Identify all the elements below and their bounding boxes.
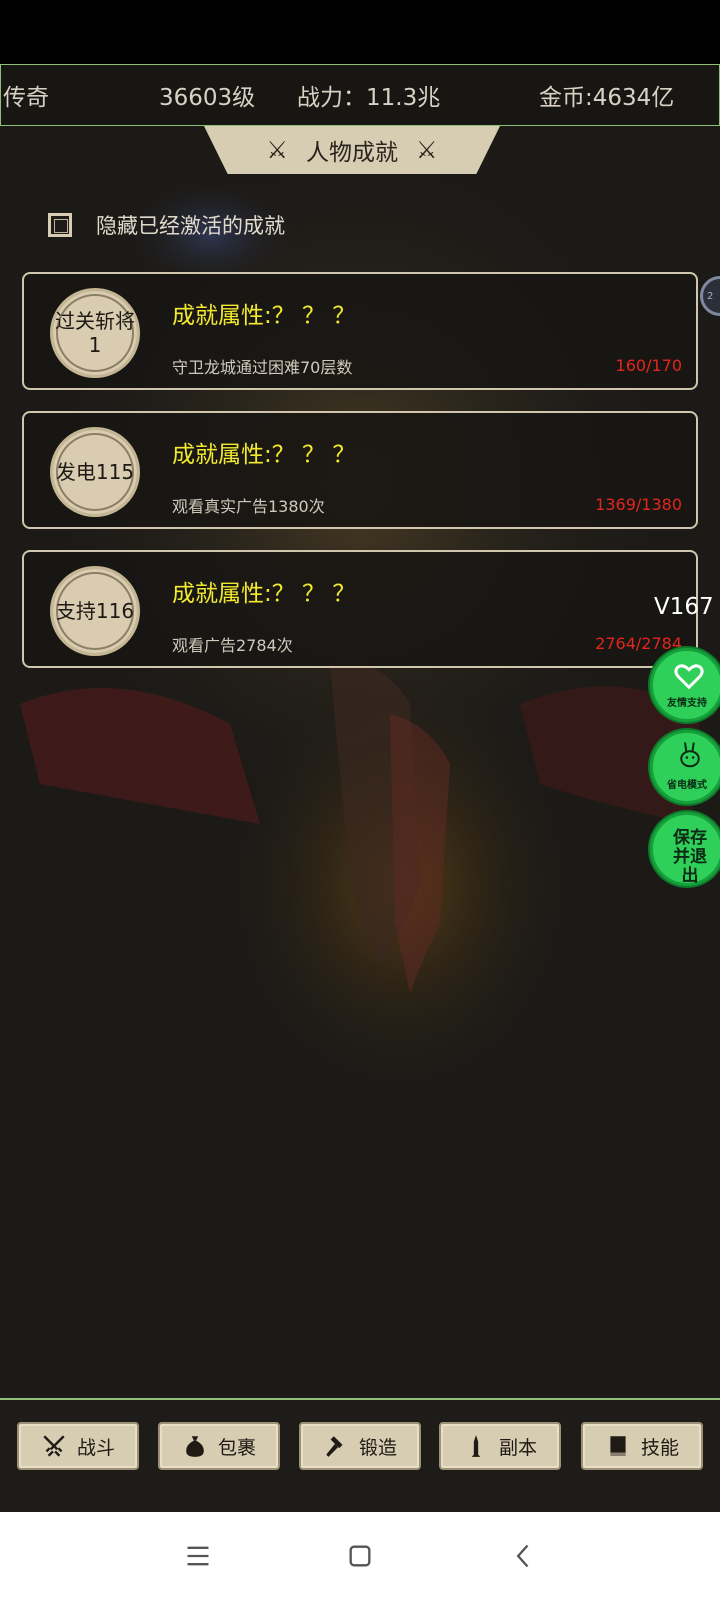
heart-icon — [674, 664, 704, 690]
achievements-title-tab: ⚔ 人物成就 ⚔ — [204, 126, 500, 174]
player-stats-bar: 传奇 36603级 战力：11.3兆 金币:4634亿 — [0, 64, 720, 126]
achievement-badge-label: 发电115 — [55, 460, 135, 484]
hammer-icon — [326, 1436, 343, 1457]
crossed-swords-icon — [43, 1435, 65, 1457]
tab-skills[interactable]: 技能 — [581, 1422, 703, 1470]
achievement-progress: 2764/2784 — [595, 634, 682, 653]
android-navigation-bar — [0, 1512, 720, 1600]
level-label: 36603级 — [159, 85, 256, 111]
bottom-tab-bar: 战斗 包裹 锻造 副本 技能 — [0, 1398, 720, 1512]
home-icon[interactable] — [346, 1542, 374, 1570]
achievement-attribute: 成就属性:？ ？ ？ — [172, 581, 356, 607]
achievement-description: 观看真实广告1380次 — [172, 497, 325, 516]
tab-skills-label: 技能 — [640, 1436, 679, 1459]
book-icon — [610, 1436, 626, 1456]
tab-forge-label: 锻造 — [358, 1436, 397, 1459]
menu-icon[interactable] — [184, 1542, 212, 1570]
combat-power-label: 战力：11.3兆 — [297, 85, 441, 111]
tab-dungeon[interactable]: 副本 — [439, 1422, 561, 1470]
friend-support-label: 友情支持 — [667, 698, 707, 709]
friend-support-button[interactable]: 友情支持 — [650, 648, 720, 722]
tab-battle[interactable]: 战斗 — [17, 1422, 139, 1470]
achievement-card[interactable]: 支持116 成就属性:？ ？ ？ 观看广告2784次 2764/2784 — [22, 550, 698, 668]
achievement-card[interactable]: 过关斩将1 成就属性:？ ？ ？ 守卫龙城通过困难70层数 160/170 — [22, 272, 698, 390]
save-exit-label: 保存并退出 — [673, 828, 707, 886]
achievement-attribute: 成就属性:？ ？ ？ — [172, 303, 356, 329]
version-label: V167 — [654, 594, 714, 620]
tab-inventory-label: 包裹 — [217, 1436, 256, 1459]
achievement-description: 观看广告2784次 — [172, 636, 293, 655]
power-save-label: 省电模式 — [667, 780, 707, 791]
gold-label: 金币:4634亿 — [539, 85, 675, 111]
tower-icon — [471, 1435, 481, 1457]
achievement-card[interactable]: 发电115 成就属性:？ ？ ？ 观看真实广告1380次 1369/1380 — [22, 411, 698, 529]
rank-label: 传奇 — [3, 85, 49, 111]
achievement-badge-label: 支持116 — [55, 599, 135, 623]
tab-inventory[interactable]: 包裹 — [158, 1422, 280, 1470]
tab-forge[interactable]: 锻造 — [299, 1422, 421, 1470]
hide-activated-checkbox[interactable] — [48, 213, 72, 237]
tab-dungeon-label: 副本 — [498, 1436, 537, 1459]
save-exit-button[interactable]: 保存并退出 — [650, 812, 720, 886]
hide-activated-label: 隐藏已经激活的成就 — [96, 214, 285, 238]
bag-icon — [186, 1436, 204, 1457]
achievement-badge: 过关斩将1 — [50, 288, 140, 378]
achievement-progress: 160/170 — [615, 356, 682, 375]
system-status-bar — [0, 0, 720, 64]
page-title: 人物成就 — [306, 140, 398, 166]
achievement-description: 守卫龙城通过困难70层数 — [172, 358, 353, 377]
power-save-button[interactable]: 省电模式 — [650, 730, 720, 804]
crossed-swords-icon: ⚔ — [416, 136, 438, 164]
game-screen: 传奇 36603级 战力：11.3兆 金币:4634亿 ⚔ 人物成就 ⚔ 隐藏已… — [0, 64, 720, 1512]
achievement-badge: 支持116 — [50, 566, 140, 656]
crossed-swords-icon: ⚔ — [266, 136, 288, 164]
achievement-progress: 1369/1380 — [595, 495, 682, 514]
hide-activated-toggle[interactable]: 隐藏已经激活的成就 — [48, 210, 285, 240]
achievement-attribute: 成就属性:？ ？ ？ — [172, 442, 356, 468]
achievement-badge-label: 过关斩将1 — [55, 309, 135, 357]
achievement-badge: 发电115 — [50, 427, 140, 517]
back-icon[interactable] — [510, 1542, 538, 1570]
tab-battle-label: 战斗 — [76, 1436, 115, 1459]
bunny-icon — [680, 742, 700, 768]
